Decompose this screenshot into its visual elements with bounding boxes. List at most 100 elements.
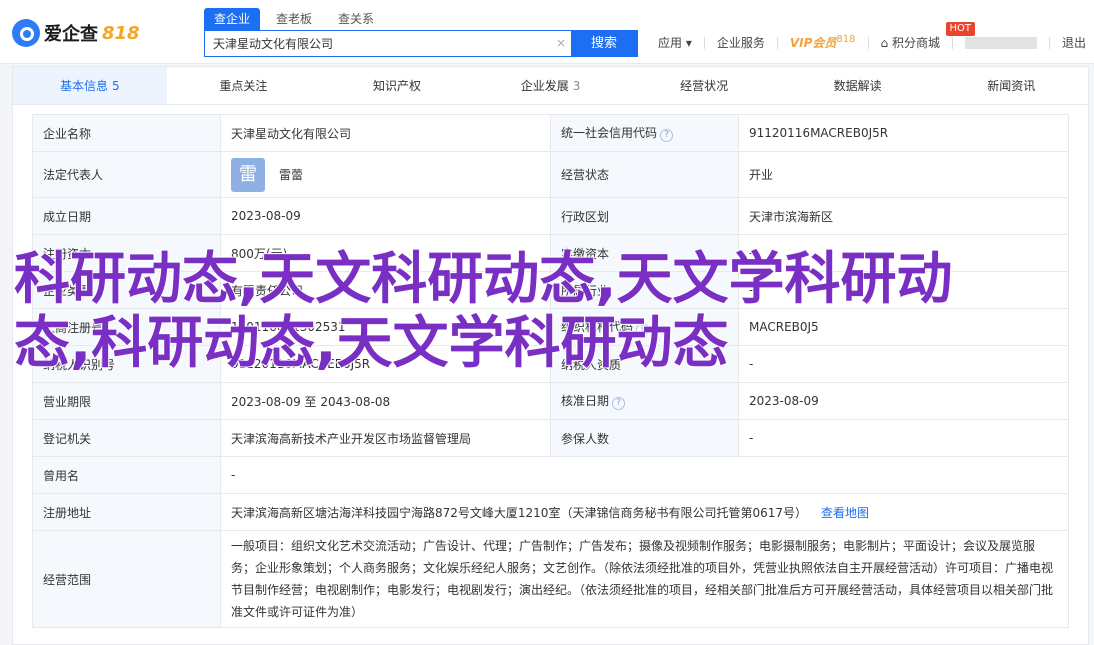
tab-count: 5 [111,79,120,93]
search-tab-boss[interactable]: 查老板 [266,8,322,30]
credit-code-label: 统一社会信用代码 [561,126,658,140]
nav-app-label: 应用 [657,36,682,50]
field-label: 营业期限 [32,382,221,420]
help-icon[interactable]: ? [612,397,626,410]
nav-app-menu[interactable]: 应用 ▾ [658,34,692,51]
reg-capital-value: 800万(元) [220,234,551,272]
divider [776,36,778,49]
tab-news[interactable]: 新闻资讯 [934,67,1088,104]
view-map-link[interactable]: 查看地图 [821,506,869,520]
nav-enterprise-service[interactable]: 企业服务 [717,34,765,51]
logo-search-icon [12,19,40,47]
vip-number: 818 [836,34,856,45]
table-row: 营业期限 2023-08-09 至 2043-08-08 核准日期? 2023-… [32,382,1069,420]
field-label: 统一社会信用代码? [550,114,739,152]
site-logo[interactable]: 爱企查 818 [12,18,140,48]
logo-text: 爱企查 [44,24,98,45]
tab-operations[interactable]: 经营状况 [627,67,781,104]
logout-link[interactable]: 退出 [1062,34,1086,51]
address-value: 天津滨海高新区塘沽海洋科技园宁海路872号文峰大厦1210室（天津锦信商务秘书有… [231,505,807,520]
table-row: 登记机关 天津滨海高新技术产业开发区市场监督管理局 参保人数 - [32,419,1069,457]
legal-rep-avatar[interactable]: 雷 [231,157,265,192]
approve-date-label: 核准日期 [561,394,610,408]
table-row: 法定代表人 雷 雷蕾 经营状态 开业 [32,151,1069,198]
help-icon[interactable]: ? [660,129,674,142]
field-label: 法定代表人 [32,151,221,198]
divider [867,36,869,49]
table-row: 注册资本 800万(元) 实缴资本 - [32,234,1069,272]
paid-capital-value: - [738,234,1069,272]
nav-points-mall[interactable]: ⌂ 积分商城 [881,34,940,51]
search-mode-tabs: 查企业 查老板 查关系 [204,8,384,30]
divider [703,36,705,49]
taxpayer-value: - [738,345,1069,383]
field-label: 行政区划 [550,197,739,235]
tab-label: 重点关注 [219,79,268,93]
table-row: 工商注册号 120116001302531 组织机构代码? MACREB0J5 [32,308,1069,346]
business-scope-cell: 一般项目：组织文化艺术交流活动；广告设计、代理；广告制作；广告发布；摄像及视频制… [220,530,1069,628]
table-row: 成立日期 2023-08-09 行政区划 天津市滨海新区 [32,197,1069,235]
tab-key-focus[interactable]: 重点关注 [167,67,321,104]
tab-count: 3 [572,79,581,93]
former-name-value: - [220,456,1069,494]
field-label: 所属行业 [550,271,739,309]
region-value: 天津市滨海新区 [738,197,1069,235]
vip-label: VIP会员 [789,36,837,50]
divider [951,36,953,49]
nav-vip[interactable]: VIP会员818 [790,34,856,51]
points-mall-label: 积分商城 [891,36,940,50]
field-label: 组织机构代码? [550,308,739,346]
field-label: 实缴资本 [550,234,739,272]
search-tab-relation[interactable]: 查关系 [328,8,384,30]
tab-label: 知识产权 [372,79,421,93]
table-row: 纳税人识别号 91120116MACREB0J5R 纳税人资质 - [32,345,1069,383]
user-avatar[interactable] [964,36,1037,49]
tab-label: 基本信息 [59,79,108,93]
table-row: 曾用名 - [32,456,1069,494]
tab-label: 数据解读 [833,79,882,93]
tab-data-analysis[interactable]: 数据解读 [781,67,935,104]
search-tab-company[interactable]: 查企业 [204,8,261,30]
clear-icon[interactable]: × [551,31,571,56]
field-label: 曾用名 [32,456,221,494]
field-label: 企业类型 [32,271,221,309]
top-navigation-bar: 爱企查 818 查企业 查老板 查关系 × 搜索 HOT 应用 ▾ 企业服务 V… [0,0,1094,64]
legal-rep-name[interactable]: 雷蕾 [279,166,303,183]
table-row: 企业名称 天津星动文化有限公司 统一社会信用代码? 91120116MACREB… [32,114,1069,152]
tab-label: 经营状况 [680,79,729,93]
tab-basic-info[interactable]: 基本信息 5 [13,67,167,104]
field-label: 参保人数 [550,419,739,457]
field-label: 核准日期? [550,382,739,420]
field-label: 纳税人资质 [550,345,739,383]
table-row: 企业类型 有限责任公司 所属行业 - [32,271,1069,309]
address-cell: 天津滨海高新区塘沽海洋科技园宁海路872号文峰大厦1210室（天津锦信商务秘书有… [220,493,1069,531]
approve-date-value: 2023-08-09 [738,382,1069,420]
company-detail-panel: 基本信息 5 重点关注 知识产权 企业发展 3 经营状况 数据解读 新闻资讯 企业名… [12,66,1089,645]
help-icon[interactable]: ? [636,323,650,336]
tax-id-value: 91120116MACREB0J5R [220,345,551,383]
search-button[interactable]: 搜索 [571,31,637,56]
authority-value: 天津滨海高新技术产业开发区市场监督管理局 [220,419,551,457]
org-code-value: MACREB0J5 [738,308,1069,346]
business-scope-value: 一般项目：组织文化艺术交流活动；广告设计、代理；广告制作；广告发布；摄像及视频制… [231,539,1054,619]
divider [1048,36,1050,49]
tab-ip[interactable]: 知识产权 [320,67,474,104]
gift-icon: ⌂ [880,36,889,50]
field-label: 登记机关 [32,419,221,457]
company-name-value: 天津星动文化有限公司 [220,114,551,152]
field-label: 注册地址 [32,493,221,531]
tab-label: 企业发展 [520,79,569,93]
tab-label: 新闻资讯 [987,79,1036,93]
detail-tabs: 基本信息 5 重点关注 知识产权 企业发展 3 经营状况 数据解读 新闻资讯 [13,67,1088,105]
field-label: 企业名称 [32,114,221,152]
table-row: 经营范围 一般项目：组织文化艺术交流活动；广告设计、代理；广告制作；广告发布；摄… [32,530,1069,628]
field-label: 纳税人识别号 [32,345,221,383]
search-box: × 搜索 [204,30,638,57]
term-value: 2023-08-09 至 2043-08-08 [220,382,551,420]
user-nav: 应用 ▾ 企业服务 VIP会员818 ⌂ 积分商城 退出 [658,34,1086,51]
tab-development[interactable]: 企业发展 3 [474,67,628,104]
credit-code-value: 91120116MACREB0J5R [738,114,1069,152]
field-label: 经营范围 [32,530,221,628]
search-input[interactable] [205,31,551,56]
industry-value: - [738,271,1069,309]
